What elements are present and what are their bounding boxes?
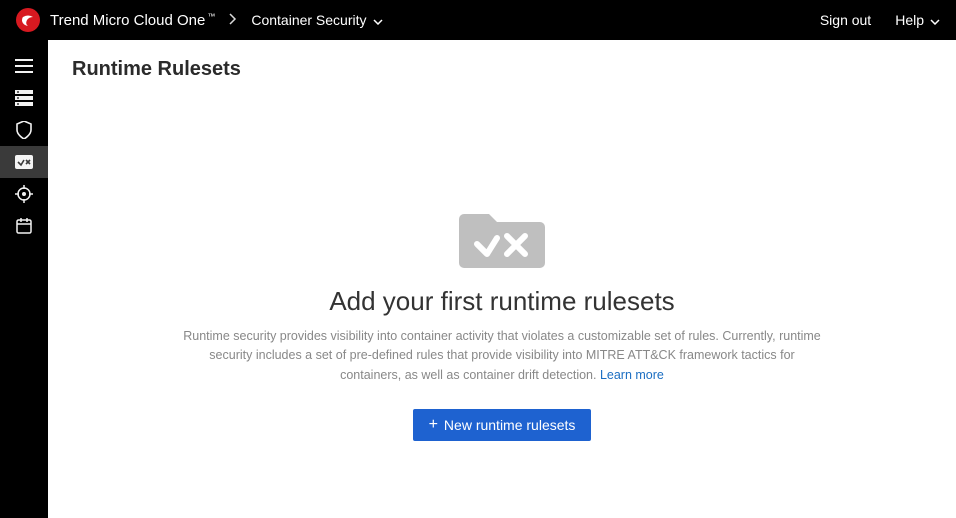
- t-swirl-icon: [20, 12, 36, 28]
- help-menu[interactable]: Help: [895, 12, 940, 28]
- learn-more-link[interactable]: Learn more: [600, 368, 664, 382]
- chevron-right-icon: [229, 12, 237, 28]
- sidebar-item-rulesets[interactable]: [0, 146, 48, 178]
- main-content: Runtime Rulesets Add your first runtime …: [48, 40, 956, 518]
- sidebar-menu-toggle[interactable]: [0, 50, 48, 82]
- sidebar-item-target[interactable]: [0, 178, 48, 210]
- page-title: Runtime Rulesets: [72, 58, 932, 81]
- help-label: Help: [895, 12, 924, 28]
- sidebar-item-security[interactable]: [0, 114, 48, 146]
- chevron-down-icon: [373, 12, 383, 28]
- empty-folder-icon: [459, 200, 545, 268]
- rulesets-icon: [15, 155, 33, 169]
- sidebar-item-calendar[interactable]: [0, 210, 48, 242]
- brand-text: Trend Micro Cloud One: [50, 12, 205, 29]
- trademark-symbol: ™: [207, 12, 215, 21]
- brand-logo-icon: [16, 8, 40, 32]
- sidebar: [0, 40, 48, 518]
- topbar: Trend Micro Cloud One™ Container Securit…: [0, 0, 956, 40]
- new-ruleset-label: New runtime rulesets: [444, 417, 576, 433]
- empty-description: Runtime security provides visibility int…: [182, 327, 822, 385]
- empty-description-text: Runtime security provides visibility int…: [183, 329, 821, 382]
- section-selector[interactable]: Container Security: [251, 12, 382, 28]
- calendar-icon: [16, 218, 32, 234]
- signout-label: Sign out: [820, 12, 871, 28]
- empty-state: Add your first runtime rulesets Runtime …: [182, 200, 822, 441]
- layout: Runtime Rulesets Add your first runtime …: [0, 40, 956, 518]
- brand-title: Trend Micro Cloud One™: [50, 12, 215, 29]
- new-ruleset-button[interactable]: + New runtime rulesets: [413, 409, 592, 441]
- signout-link[interactable]: Sign out: [820, 12, 871, 28]
- sidebar-item-servers[interactable]: [0, 82, 48, 114]
- chevron-down-icon: [930, 12, 940, 28]
- plus-icon: +: [429, 417, 438, 433]
- target-icon: [15, 185, 33, 203]
- menu-icon: [15, 59, 33, 73]
- empty-heading: Add your first runtime rulesets: [182, 286, 822, 317]
- shield-icon: [16, 121, 32, 139]
- section-label: Container Security: [251, 12, 366, 28]
- servers-icon: [15, 90, 33, 106]
